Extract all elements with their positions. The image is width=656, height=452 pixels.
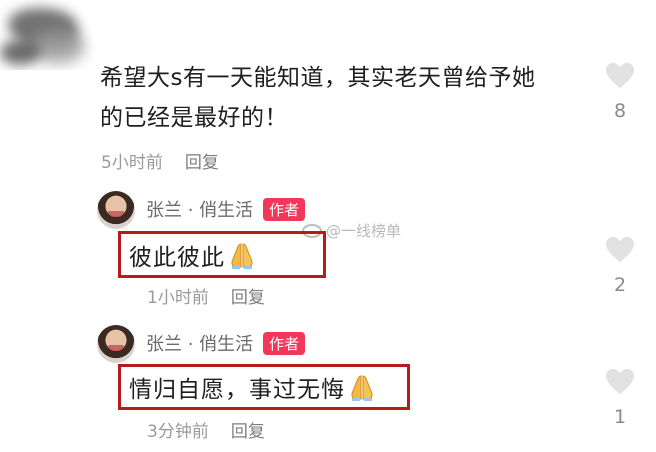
heart-icon[interactable]: [605, 62, 635, 90]
reply-2-meta: 3分钟前 回复: [147, 417, 265, 442]
reply-1-text: 彼此彼此: [129, 244, 225, 271]
top-comment-time: 5小时前: [101, 153, 163, 173]
praying-hands-icon: [231, 242, 253, 269]
reply-2-text: 情归自愿，事过无悔: [129, 377, 345, 403]
reply-2-like[interactable]: 1: [600, 368, 640, 428]
top-comment-reply-button[interactable]: 回复: [185, 148, 219, 173]
heart-icon[interactable]: [605, 236, 635, 264]
reply-2-time: 3分钟前: [147, 422, 209, 442]
top-comment-text: 希望大s有一天能知道，其实老天曾给予她 的已经是最好的！: [100, 60, 535, 136]
reply-2-like-count: 1: [613, 406, 627, 428]
top-comment-line2: 的已经是最好的！: [100, 105, 288, 131]
top-comment-like-count: 8: [613, 100, 627, 122]
reply-1-highlight-box: 彼此彼此: [118, 231, 326, 278]
heart-icon[interactable]: [605, 368, 635, 396]
author-badge: 作者: [263, 331, 306, 355]
reply-1-like-count: 2: [613, 274, 627, 296]
avatar[interactable]: [97, 191, 135, 229]
reply-2-author-name[interactable]: 张兰 · 俏生活: [146, 330, 253, 356]
reply-1-author-row: 张兰 · 俏生活 作者: [146, 196, 306, 222]
comment-thread: 希望大s有一天能知道，其实老天曾给予她 的已经是最好的！ 5小时前 回复 8 张…: [0, 0, 656, 452]
author-badge: 作者: [263, 197, 306, 221]
praying-hands-icon: [351, 375, 373, 401]
reply-1-reply-button[interactable]: 回复: [231, 283, 265, 308]
top-comment-meta: 5小时前 回复: [101, 148, 219, 173]
avatar[interactable]: [97, 325, 135, 363]
reply-2-reply-button[interactable]: 回复: [231, 417, 265, 442]
top-comment-like[interactable]: 8: [600, 62, 640, 122]
reply-2-author-row: 张兰 · 俏生活 作者: [146, 330, 306, 356]
reply-2-highlight-box: 情归自愿，事过无悔: [118, 364, 410, 410]
reply-1-author-name[interactable]: 张兰 · 俏生活: [146, 196, 253, 222]
reply-1-meta: 1小时前 回复: [147, 283, 265, 308]
blurred-avatar[interactable]: [0, 0, 95, 70]
watermark-text: @一线榜单: [326, 222, 402, 240]
reply-1-time: 1小时前: [147, 288, 209, 308]
reply-1-like[interactable]: 2: [600, 236, 640, 296]
top-comment-line1: 希望大s有一天能知道，其实老天曾给予她: [100, 65, 536, 91]
